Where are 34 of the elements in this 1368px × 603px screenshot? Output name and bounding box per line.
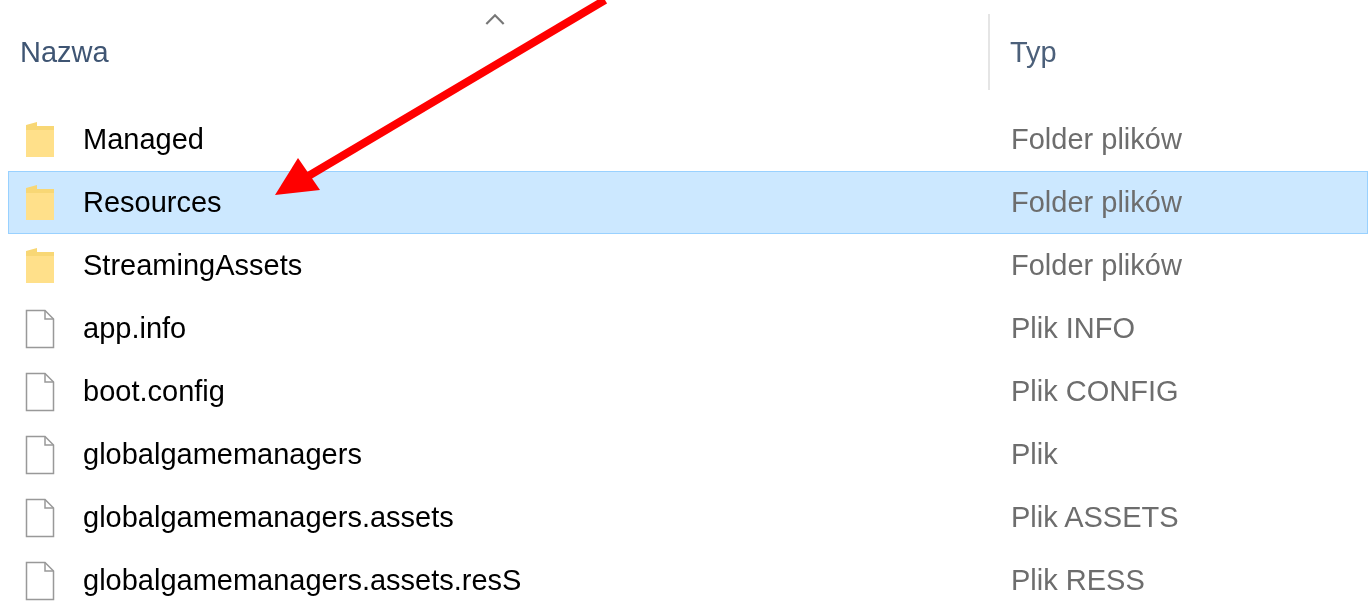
column-header[interactable]: Typ [1010,35,1057,69]
file-icon [25,308,55,349]
file-type: Plik RESS [1011,564,1145,597]
file-name: Resources [83,186,222,219]
file-name: globalgamemanagers.assets.resS [83,564,522,597]
file-row[interactable]: globalgamemanagers.assets Plik ASSETS [8,486,1368,549]
file-name: app.info [83,312,187,345]
file-type: Plik INFO [1011,312,1136,345]
file-row[interactable]: StreamingAssets Folder plików [8,234,1368,297]
folder-icon [25,245,55,286]
file-type: Plik ASSETS [1011,501,1179,534]
column-header[interactable]: Nazwa [20,35,109,69]
file-type: Folder plików [1011,186,1182,219]
file-type: Folder plików [1011,249,1182,282]
file-icon [25,497,55,538]
file-name: StreamingAssets [83,249,303,282]
file-type: Plik CONFIG [1011,375,1179,408]
file-name: globalgamemanagers [83,438,362,471]
file-name: globalgamemanagers.assets [83,501,454,534]
folder-icon [25,119,55,160]
sort-caret-icon [484,12,506,25]
file-name: boot.config [83,375,225,408]
file-row[interactable]: globalgamemanagers.assets.resS Plik RESS [8,549,1368,603]
file-icon [25,434,55,475]
file-row[interactable]: globalgamemanagers Plik [8,423,1368,486]
file-row[interactable]: app.info Plik INFO [8,297,1368,360]
file-row[interactable]: boot.config Plik CONFIG [8,360,1368,423]
file-icon [25,371,55,412]
folder-icon [25,182,55,223]
file-row[interactable]: Resources Folder plików [8,171,1368,234]
file-name: Managed [83,123,204,156]
file-type: Folder plików [1011,123,1182,156]
file-type: Plik [1011,438,1058,471]
file-row[interactable]: Managed Folder plików [8,108,1368,171]
